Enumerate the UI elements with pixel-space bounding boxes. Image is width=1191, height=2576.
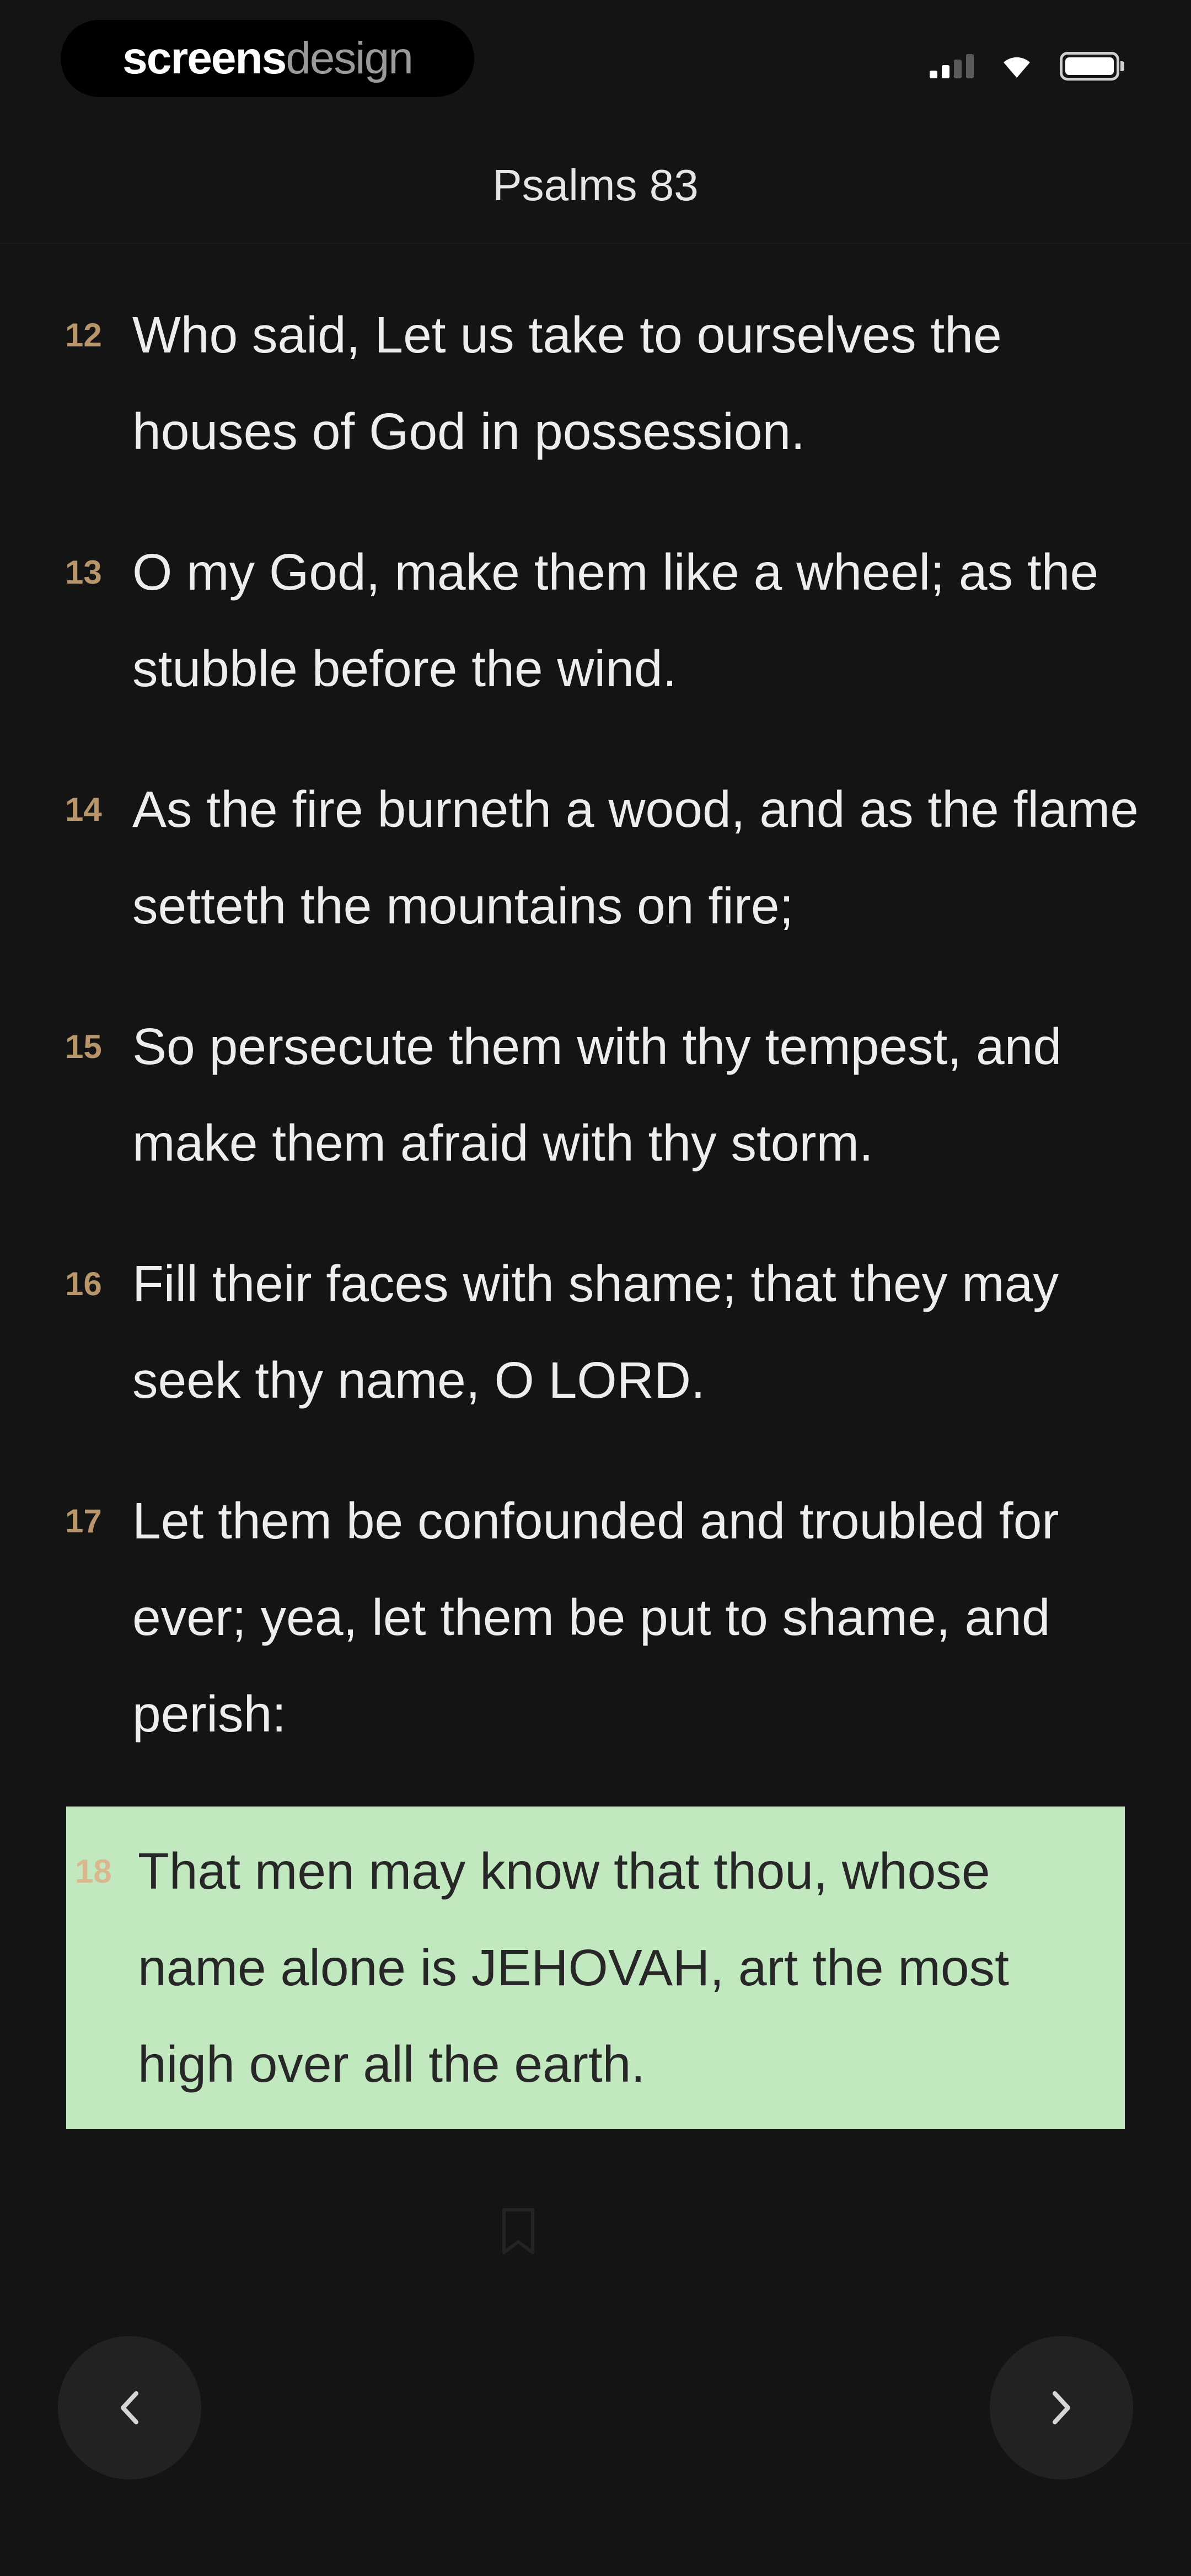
verse-number: 15 [65,1028,102,1065]
brand-logo-light: design [286,33,414,83]
signal-icon [930,54,974,78]
status-bar: screens design [0,0,1191,116]
verse-number: 17 [65,1503,102,1540]
verse-number: 16 [65,1265,102,1302]
verse-number: 18 [75,1853,112,1890]
chevron-right-icon [1053,2391,1070,2424]
verse-text: Who said, Let us take to ourselves the h… [132,306,1002,460]
wifi-icon [1004,57,1030,78]
brand-logo-bold: screens [122,33,287,83]
previous-chapter-button[interactable] [58,2336,201,2479]
verse-text: So persecute them with thy tempest, and … [132,1018,1062,1172]
verse-text: O my God, make them like a wheel; as the… [132,543,1099,697]
bookmark-icon[interactable] [496,2206,540,2256]
verse-text: Fill their faces with shame; that they m… [132,1255,1059,1409]
brand-logo: screens design [61,20,474,97]
verse-15[interactable]: 15 So persecute them with thy tempest, a… [0,998,1191,1191]
verse-list: 12 Who said, Let us take to ourselves th… [0,287,1191,2129]
verse-number: 14 [65,791,102,828]
next-chapter-button[interactable] [990,2336,1133,2479]
verse-text: As the fire burneth a wood, and as the f… [132,781,1139,934]
verse-text: That men may know that thou, whose name … [138,1842,1009,2093]
verse-13[interactable]: 13 O my God, make them like a wheel; as … [0,524,1191,717]
verse-18-highlighted[interactable]: 18 That men may know that thou, whose na… [66,1807,1125,2129]
battery-icon [1060,52,1124,81]
verse-14[interactable]: 14 As the fire burneth a wood, and as th… [0,761,1191,954]
status-icons [930,44,1124,88]
verse-number: 12 [65,317,102,354]
chevron-left-icon [121,2391,138,2424]
verse-number: 13 [65,554,102,591]
header-divider [0,243,1191,244]
verse-16[interactable]: 16 Fill their faces with shame; that the… [0,1236,1191,1429]
verse-17[interactable]: 17 Let them be confounded and troubled f… [0,1473,1191,1762]
verse-12[interactable]: 12 Who said, Let us take to ourselves th… [0,287,1191,480]
page-title: Psalms 83 [492,161,699,210]
verse-text: Let them be confounded and troubled for … [132,1492,1059,1743]
